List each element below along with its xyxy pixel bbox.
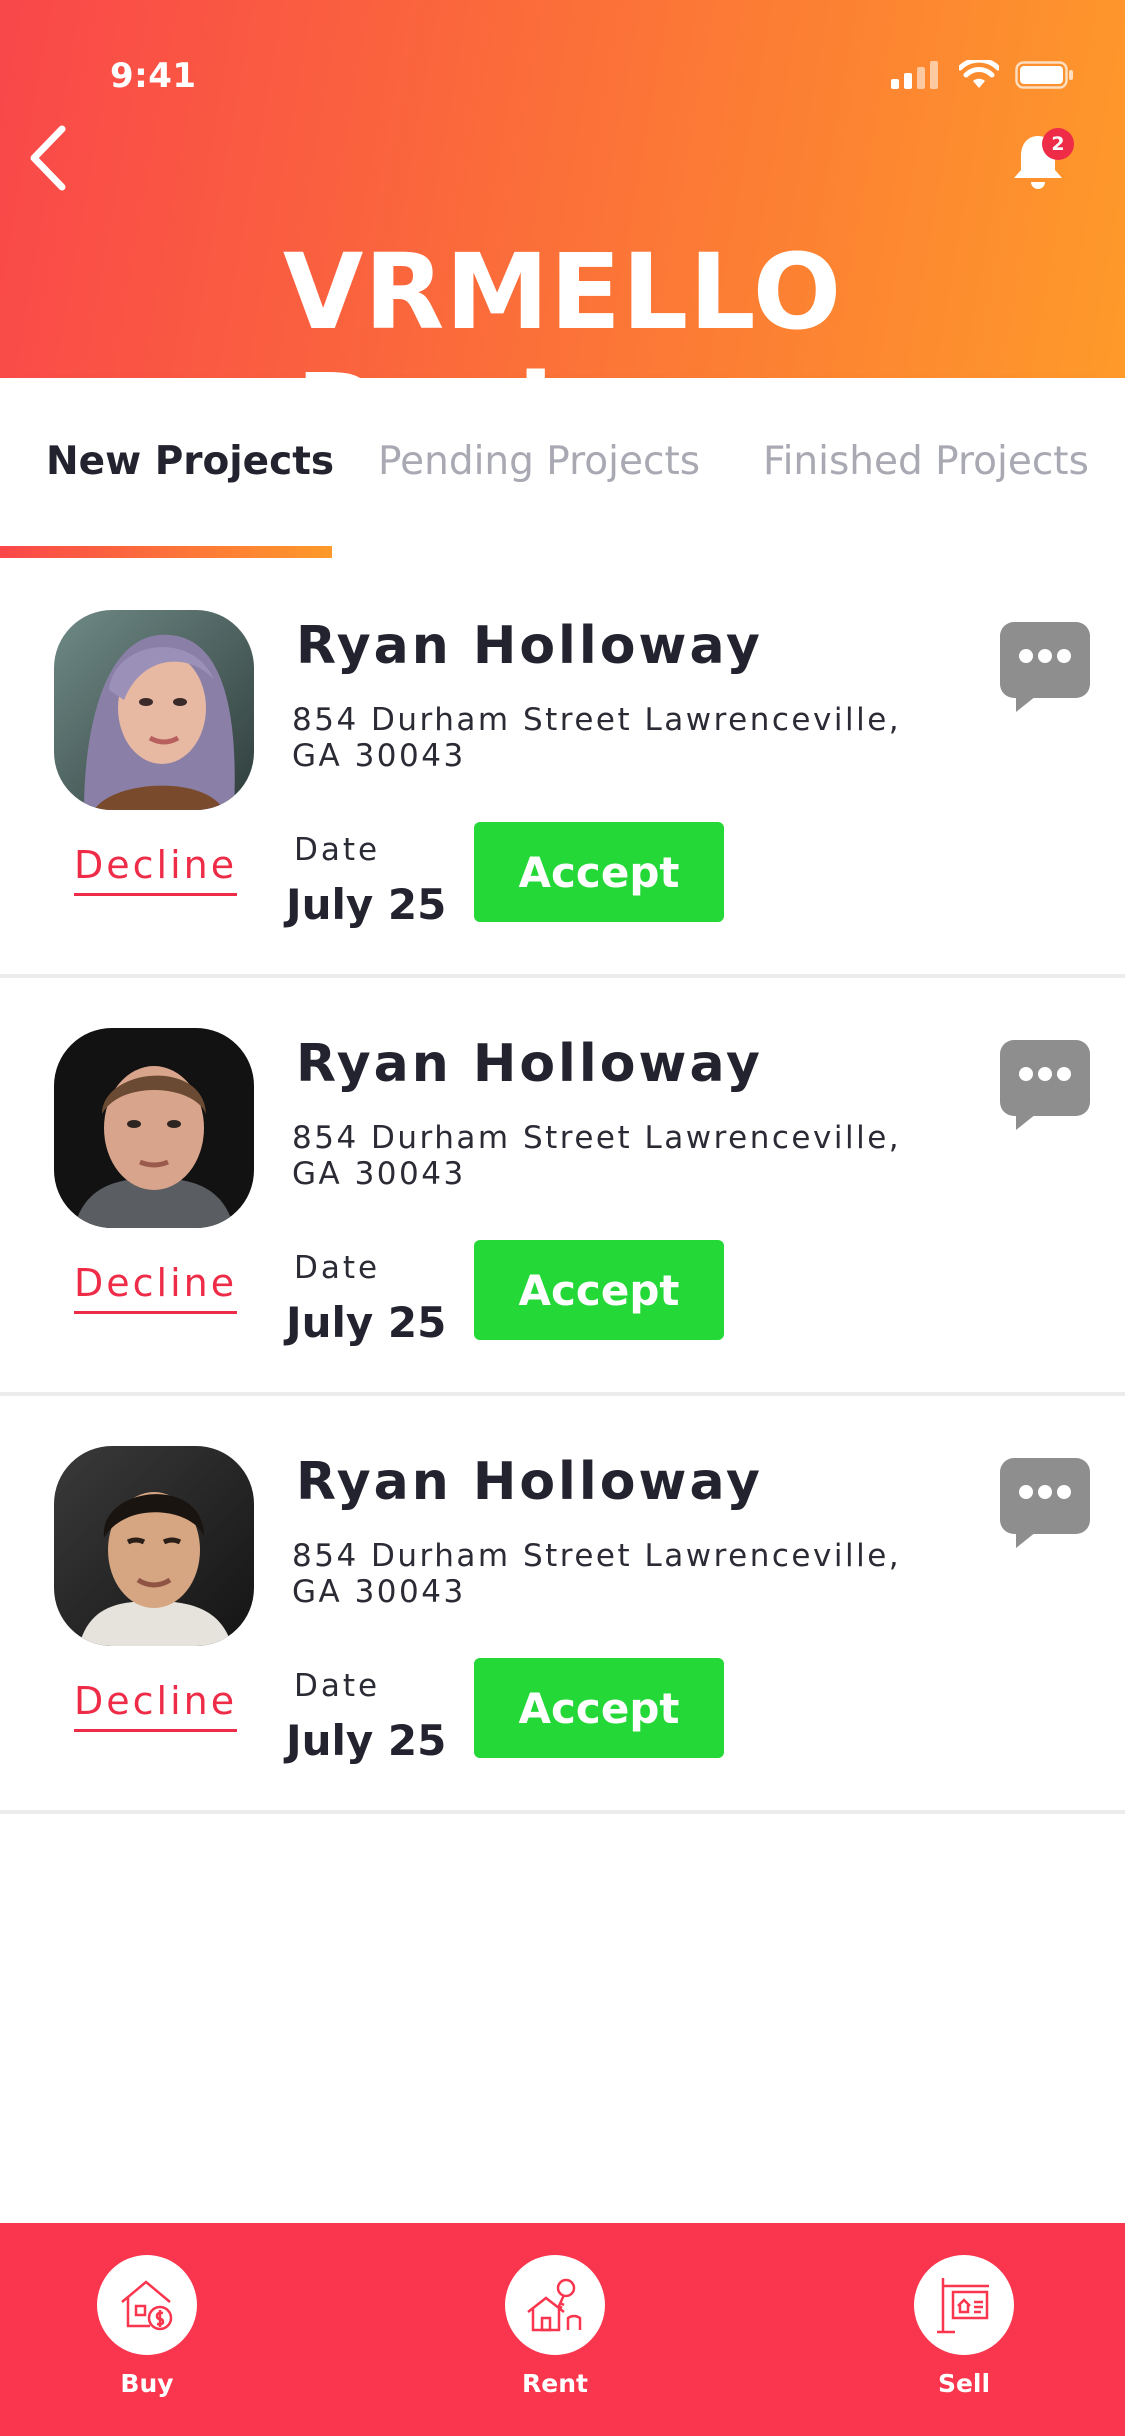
decline-link[interactable]: Decline [74, 1261, 238, 1314]
nav-sell[interactable]: Sell [894, 2255, 1034, 2398]
nav-label: Sell [937, 2369, 991, 2398]
house-money-icon [121, 2280, 173, 2331]
battery-icon [1015, 61, 1073, 89]
address-line: GA 30043 [292, 1156, 466, 1192]
nav-buy[interactable]: Buy [77, 2255, 217, 2398]
tab-finished-projects[interactable]: Finished Projects [763, 438, 1089, 486]
nav-icon-circle [97, 2255, 197, 2355]
accept-button[interactable]: Accept [474, 1658, 724, 1758]
client-name: Ryan Holloway [296, 1034, 763, 1094]
header: 9:41 2 VRMELLO Designer [0, 0, 1125, 472]
chevron-left-icon [30, 125, 66, 191]
date-label: Date [294, 832, 381, 868]
accept-button[interactable]: Accept [474, 1240, 724, 1340]
date-label: Date [294, 1250, 381, 1286]
project-card: Ryan Holloway 854 Durham Street Lawrence… [0, 978, 1125, 1396]
notification-badge: 2 [1042, 128, 1074, 160]
client-name: Ryan Holloway [296, 616, 763, 676]
client-address: 854 Durham Street Lawrenceville, GA 3004… [292, 702, 972, 774]
project-card: Ryan Holloway 854 Durham Street Lawrence… [0, 1396, 1125, 1814]
client-name: Ryan Holloway [296, 1452, 763, 1512]
notifications-button[interactable]: 2 [1010, 128, 1074, 192]
bottom-nav: Buy Rent Sell [0, 2223, 1125, 2436]
address-line: 854 Durham Street Lawrenceville, [292, 1538, 902, 1574]
chat-button[interactable] [998, 616, 1094, 712]
tab-bar: New Projects Pending Projects Finished P… [0, 378, 1125, 560]
decline-link[interactable]: Decline [74, 843, 238, 896]
address-line: 854 Durham Street Lawrenceville, [292, 702, 902, 738]
tab-pending-projects[interactable]: Pending Projects [378, 438, 700, 486]
house-key-icon [527, 2278, 582, 2332]
chat-bubble-icon [1000, 622, 1090, 712]
date-value: July 25 [286, 1716, 447, 1765]
tab-new-projects[interactable]: New Projects [46, 438, 334, 486]
decline-link[interactable]: Decline [74, 1679, 238, 1732]
avatar [54, 1028, 254, 1228]
active-tab-indicator [0, 546, 332, 558]
back-button[interactable] [18, 118, 78, 198]
address-line: 854 Durham Street Lawrenceville, [292, 1120, 902, 1156]
client-address: 854 Durham Street Lawrenceville, GA 3004… [292, 1120, 972, 1192]
nav-icon-circle [914, 2255, 1014, 2355]
nav-icon-circle [505, 2255, 605, 2355]
date-value: July 25 [286, 880, 447, 929]
nav-label: Rent [522, 2369, 588, 2398]
avatar [54, 610, 254, 810]
chat-button[interactable] [998, 1452, 1094, 1548]
accept-button[interactable]: Accept [474, 822, 724, 922]
sale-sign-icon [937, 2278, 989, 2334]
avatar [54, 1446, 254, 1646]
nav-rent[interactable]: Rent [485, 2255, 625, 2398]
project-card: Ryan Holloway 854 Durham Street Lawrence… [0, 560, 1125, 978]
cellular-signal-icon [891, 61, 938, 89]
address-line: GA 30043 [292, 738, 466, 774]
nav-label: Buy [120, 2369, 174, 2398]
status-icons [891, 60, 1075, 90]
chat-button[interactable] [998, 1034, 1094, 1130]
wifi-icon [959, 60, 999, 88]
date-value: July 25 [286, 1298, 447, 1347]
address-line: GA 30043 [292, 1574, 466, 1610]
chat-bubble-icon [1000, 1040, 1090, 1130]
date-label: Date [294, 1668, 381, 1704]
status-time: 9:41 [110, 56, 197, 96]
chat-bubble-icon [1000, 1458, 1090, 1548]
client-address: 854 Durham Street Lawrenceville, GA 3004… [292, 1538, 972, 1610]
